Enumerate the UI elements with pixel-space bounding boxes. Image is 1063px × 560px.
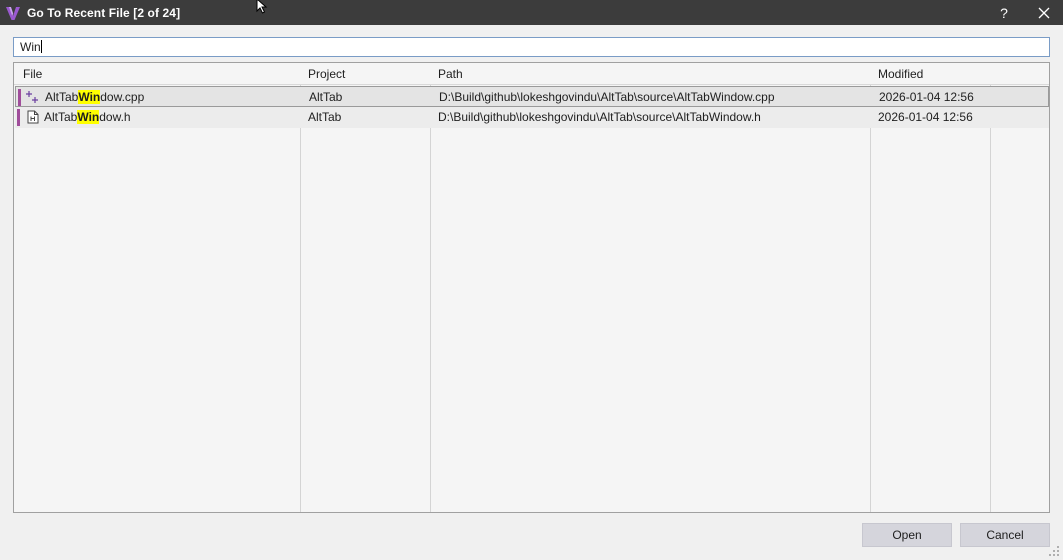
recent-files-table[interactable]: File Project Path Modified AltTabWindow.…: [13, 62, 1050, 513]
file-name-suffix: dow.h: [99, 110, 131, 124]
table-header: File Project Path Modified: [14, 63, 1049, 85]
file-name: AltTabWindow.h: [44, 107, 131, 128]
column-header-project[interactable]: Project: [300, 63, 345, 85]
window-title: Go To Recent File [2 of 24]: [27, 5, 181, 20]
text-caret: [40, 40, 42, 53]
column-header-file[interactable]: File: [15, 63, 42, 85]
column-header-modified[interactable]: Modified: [870, 63, 923, 85]
resize-grip-icon[interactable]: [1047, 544, 1061, 558]
column-divider[interactable]: [870, 63, 871, 512]
help-button[interactable]: ?: [987, 0, 1021, 25]
table-row[interactable]: AltTabWindow.h AltTab D:\Build\github\lo…: [15, 107, 1049, 128]
column-divider[interactable]: [300, 63, 301, 512]
title-bar[interactable]: Go To Recent File [2 of 24]: [0, 0, 1063, 25]
cpp-file-icon: [26, 91, 38, 103]
file-name-prefix: AltTab: [45, 90, 79, 104]
row-marker: [18, 89, 21, 106]
modified-cell: 2026-01-04 12:56: [878, 110, 973, 124]
table-row[interactable]: AltTabWindow.cpp AltTab D:\Build\github\…: [15, 86, 1049, 107]
project-cell: AltTab: [309, 90, 343, 104]
column-header-path[interactable]: Path: [430, 63, 463, 85]
mouse-cursor-icon: [256, 0, 268, 14]
cancel-button[interactable]: Cancel: [960, 523, 1050, 547]
row-marker: [17, 109, 20, 126]
file-name-prefix: AltTab: [44, 110, 78, 124]
column-divider[interactable]: [430, 63, 431, 512]
path-cell: D:\Build\github\lokeshgovindu\AltTab\sou…: [438, 110, 761, 124]
search-input[interactable]: Win: [13, 37, 1050, 57]
match-highlight: Win: [78, 90, 101, 104]
search-input-value: Win: [20, 40, 41, 54]
header-file-icon: [27, 110, 39, 124]
visual-assist-logo-icon: [6, 6, 20, 20]
open-button[interactable]: Open: [862, 523, 952, 547]
match-highlight: Win: [77, 110, 100, 124]
close-button[interactable]: [1027, 0, 1061, 25]
modified-cell: 2026-01-04 12:56: [879, 90, 974, 104]
file-name: AltTabWindow.cpp: [45, 87, 144, 108]
path-cell: D:\Build\github\lokeshgovindu\AltTab\sou…: [439, 90, 775, 104]
file-name-suffix: dow.cpp: [100, 90, 145, 104]
project-cell: AltTab: [308, 110, 342, 124]
column-divider[interactable]: [990, 63, 991, 512]
close-icon: [1038, 7, 1050, 18]
